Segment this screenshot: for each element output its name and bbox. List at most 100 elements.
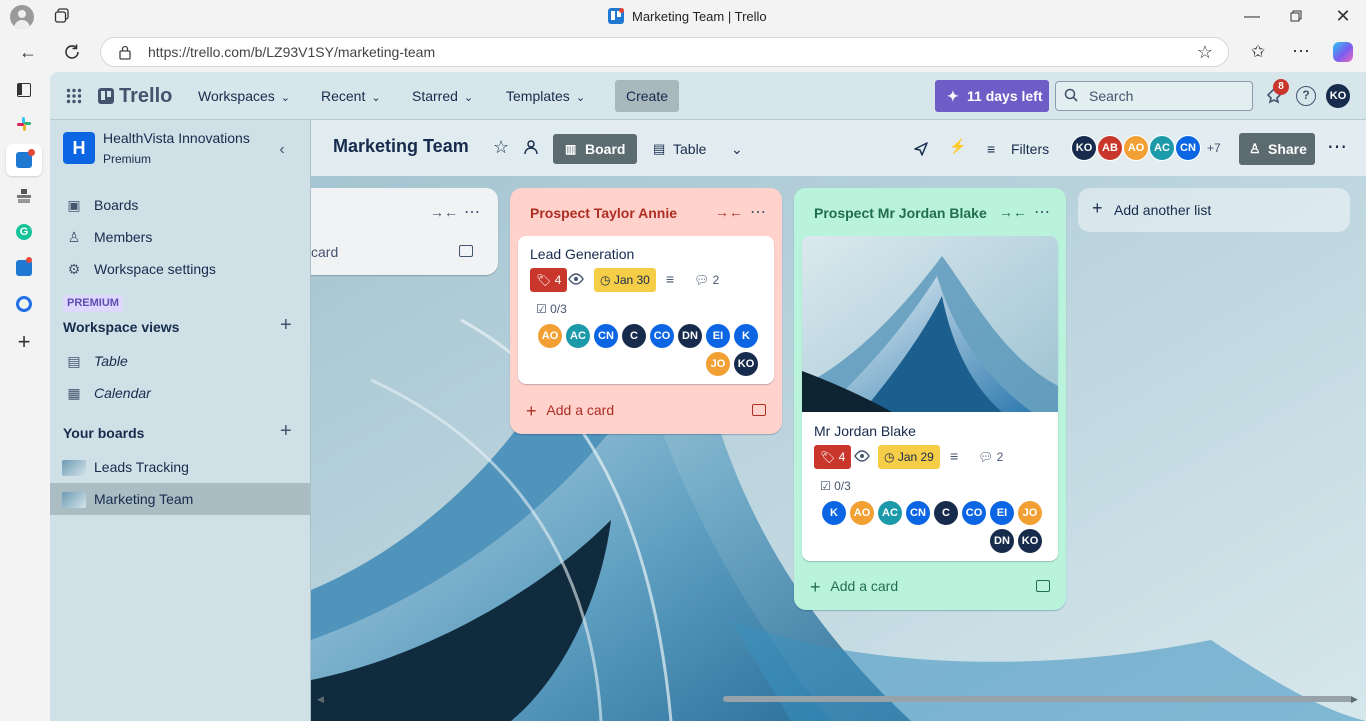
- list-title[interactable]: Prospect Mr Jordan Blake: [814, 205, 987, 221]
- collapse-list-icon[interactable]: →←: [430, 204, 458, 220]
- card-template-icon[interactable]: [1036, 580, 1050, 592]
- grammarly-tab-icon[interactable]: G: [16, 224, 32, 240]
- browser-tab-icon[interactable]: [16, 296, 32, 312]
- card-lead-generation[interactable]: Lead Generation 🏷︎ 4 ◷ Jan 30 ≡ 💬︎ 2 ☑ 0…: [518, 236, 774, 384]
- list-menu-icon[interactable]: ⋯: [750, 202, 766, 222]
- member-avatar[interactable]: C: [622, 324, 646, 348]
- add-card-button[interactable]: + Add a card: [810, 577, 898, 597]
- new-tab-icon[interactable]: +: [12, 331, 36, 353]
- collapse-list-icon[interactable]: →←: [999, 204, 1027, 220]
- member-avatar[interactable]: JO: [1018, 501, 1042, 525]
- back-icon[interactable]: ←: [16, 42, 40, 62]
- card-mr-jordan-blake[interactable]: Mr Jordan Blake 🏷︎ 4 ◷ Jan 29 ≡ 💬︎ 2 ☑ 0…: [802, 236, 1058, 561]
- favorite-star-icon[interactable]: ☆: [1193, 42, 1217, 62]
- sidebar-board-marketing-team[interactable]: Marketing Team: [50, 483, 310, 515]
- workspace-name[interactable]: HealthVista Innovations: [103, 130, 250, 146]
- profile-avatar-icon[interactable]: [10, 5, 34, 29]
- trello-tab-icon[interactable]: [16, 257, 32, 276]
- close-window-icon[interactable]: ✕: [1331, 6, 1355, 26]
- due-date-badge[interactable]: ◷ Jan 29: [878, 445, 940, 469]
- sidebar-board-leads-tracking[interactable]: Leads Tracking: [62, 451, 302, 483]
- create-button[interactable]: Create: [615, 80, 679, 112]
- nav-workspaces[interactable]: Workspaces ⌄: [198, 80, 290, 112]
- card-template-icon[interactable]: [752, 404, 766, 416]
- star-board-icon[interactable]: ☆: [493, 137, 509, 158]
- scroll-right-arrow-icon[interactable]: ▶: [1351, 694, 1358, 705]
- member-avatar[interactable]: CN: [906, 501, 930, 525]
- collapse-list-icon[interactable]: →←: [715, 204, 743, 220]
- nav-recent[interactable]: Recent ⌄: [321, 80, 381, 112]
- app-switcher-icon[interactable]: [66, 88, 82, 104]
- lock-icon[interactable]: [118, 44, 132, 60]
- sidebar-item-settings[interactable]: ⚙ Workspace settings: [62, 253, 302, 285]
- slack-tab-icon[interactable]: [16, 116, 32, 132]
- member-avatar[interactable]: CN: [1175, 135, 1201, 161]
- member-avatar[interactable]: CN: [594, 324, 618, 348]
- horizontal-scrollbar[interactable]: ◀ ▶: [311, 694, 1366, 704]
- list-title[interactable]: Prospect Taylor Annie: [530, 205, 677, 221]
- trello-tab-active[interactable]: [6, 144, 42, 176]
- card-template-icon[interactable]: [459, 245, 473, 257]
- sidebar-view-calendar[interactable]: ▦ Calendar: [62, 377, 302, 409]
- member-avatar[interactable]: JO: [706, 352, 730, 376]
- member-avatar[interactable]: AC: [1149, 135, 1175, 161]
- member-avatar[interactable]: K: [734, 324, 758, 348]
- member-avatar[interactable]: AO: [538, 324, 562, 348]
- table-view-button[interactable]: ▤ Table: [651, 134, 721, 164]
- more-views-chevron-icon[interactable]: ⌄: [731, 134, 743, 164]
- more-icon[interactable]: ⋯: [1289, 41, 1313, 61]
- member-avatar[interactable]: AO: [850, 501, 874, 525]
- sidebar-view-table[interactable]: ▤ Table: [62, 345, 302, 377]
- visibility-icon[interactable]: [523, 139, 541, 155]
- share-button[interactable]: ♙ Share: [1239, 133, 1315, 165]
- sidebar-item-boards[interactable]: ▣ Boards: [62, 189, 302, 221]
- app-tab-icon[interactable]: [16, 188, 32, 204]
- add-board-button[interactable]: +: [280, 420, 292, 443]
- maximize-icon[interactable]: [1290, 10, 1302, 22]
- add-card-button[interactable]: card: [311, 244, 338, 260]
- member-avatar[interactable]: EI: [706, 324, 730, 348]
- member-avatar[interactable]: AB: [1097, 135, 1123, 161]
- nav-starred[interactable]: Starred ⌄: [412, 80, 473, 112]
- board-title[interactable]: Marketing Team: [333, 136, 469, 157]
- user-avatar[interactable]: KO: [1326, 84, 1350, 108]
- member-avatar[interactable]: CO: [962, 501, 986, 525]
- board-view-button[interactable]: ▥ Board: [553, 134, 637, 164]
- list-menu-icon[interactable]: ⋯: [464, 202, 480, 222]
- member-avatar[interactable]: KO: [734, 352, 758, 376]
- refresh-icon[interactable]: [63, 43, 81, 61]
- scroll-left-arrow-icon[interactable]: ◀: [317, 694, 324, 705]
- power-ups-icon[interactable]: [913, 140, 929, 156]
- sidebar-item-members[interactable]: ♙ Members: [62, 221, 302, 253]
- collapse-sidebar-button[interactable]: ‹: [268, 136, 296, 164]
- board-members[interactable]: KO AB AO AC CN +7: [1071, 135, 1231, 161]
- copilot-icon[interactable]: [1333, 42, 1353, 62]
- minimize-icon[interactable]: —: [1240, 7, 1264, 27]
- workspace-logo[interactable]: H: [63, 132, 95, 164]
- member-avatar[interactable]: DN: [678, 324, 702, 348]
- nav-templates[interactable]: Templates ⌄: [506, 80, 585, 112]
- member-avatar[interactable]: EI: [990, 501, 1014, 525]
- scrollbar-thumb[interactable]: [723, 696, 1353, 702]
- add-view-button[interactable]: +: [280, 314, 292, 337]
- tab-panel-icon[interactable]: [17, 83, 31, 97]
- board-menu-icon[interactable]: ⋯: [1327, 134, 1347, 159]
- due-date-badge[interactable]: ◷ Jan 30: [594, 268, 656, 292]
- member-avatar[interactable]: CO: [650, 324, 674, 348]
- filters-button[interactable]: ≡ Filters: [985, 134, 1063, 164]
- favorites-icon[interactable]: ✩: [1246, 42, 1270, 62]
- url-text[interactable]: https://trello.com/b/LZ93V1SY/marketing-…: [148, 44, 435, 60]
- list-menu-icon[interactable]: ⋯: [1034, 202, 1050, 222]
- trial-button[interactable]: ✦ 11 days left: [935, 80, 1049, 112]
- member-avatar[interactable]: DN: [990, 529, 1014, 553]
- member-avatar[interactable]: K: [822, 501, 846, 525]
- member-avatar[interactable]: C: [934, 501, 958, 525]
- member-avatar[interactable]: KO: [1018, 529, 1042, 553]
- search-input[interactable]: Search: [1055, 81, 1253, 111]
- workspaces-tab-icon[interactable]: [54, 8, 70, 24]
- member-avatar[interactable]: KO: [1071, 135, 1097, 161]
- add-another-list-button[interactable]: + Add another list: [1078, 188, 1350, 232]
- automation-icon[interactable]: ⚡: [949, 138, 966, 155]
- notifications-icon[interactable]: 8: [1264, 79, 1289, 106]
- members-extra-count[interactable]: +7: [1207, 141, 1221, 155]
